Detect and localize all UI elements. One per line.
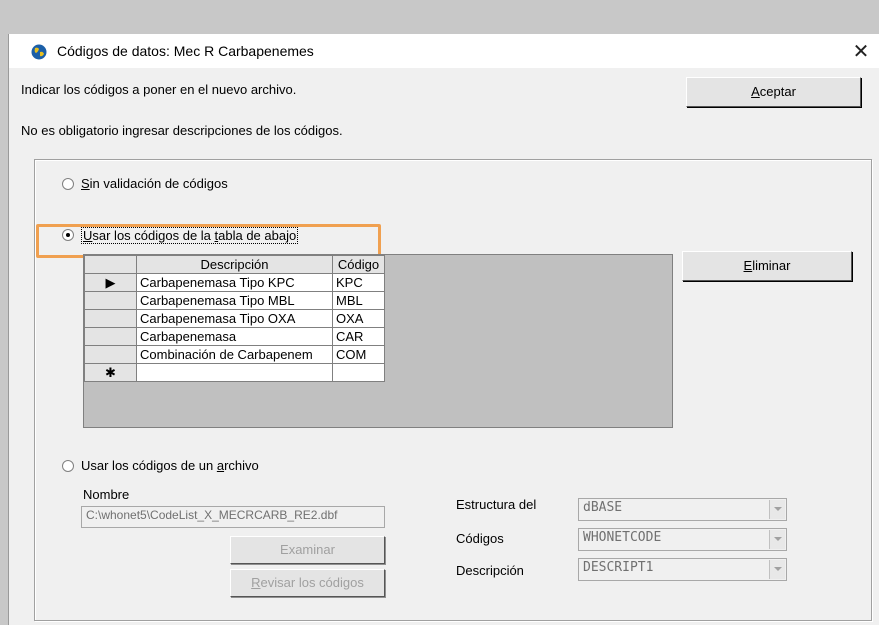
description-cell[interactable]: Combinación de Carbapenem xyxy=(136,345,333,364)
file-name-input[interactable]: C:\whonet5\CodeList_X_MECRCARB_RE2.dbf xyxy=(81,506,385,528)
no-validation-label[interactable]: Sin validación de códigos xyxy=(81,176,228,191)
chevron-down-icon[interactable] xyxy=(769,560,785,579)
chevron-down-icon[interactable] xyxy=(769,500,785,519)
info-text-2: No es obligatorio ingresar descripciones… xyxy=(21,123,343,138)
table-row[interactable]: Carbapenemasa Tipo OXA OXA xyxy=(84,309,385,328)
new-row-indicator[interactable]: ✱ xyxy=(84,363,137,382)
code-cell[interactable]: CAR xyxy=(332,327,385,346)
use-file-label[interactable]: Usar los códigos de un archivo xyxy=(81,458,259,473)
use-file-radio[interactable] xyxy=(62,460,74,472)
codes-table[interactable]: Descripción Código ▶ Carbapenemasa Tipo … xyxy=(83,254,673,428)
codes-select[interactable]: WHONETCODE xyxy=(578,528,787,551)
no-validation-radio[interactable] xyxy=(62,178,74,190)
description-select[interactable]: DESCRIPT1 xyxy=(578,558,787,581)
description-cell[interactable]: Carbapenemasa Tipo MBL xyxy=(136,291,333,310)
info-text-1: Indicar los códigos a poner en el nuevo … xyxy=(21,82,297,97)
code-cell[interactable]: KPC xyxy=(332,273,385,292)
window-title: Códigos de datos: Mec R Carbapenemes xyxy=(57,43,314,59)
new-row[interactable]: ✱ xyxy=(84,363,385,382)
code-cell[interactable]: OXA xyxy=(332,309,385,328)
description-cell[interactable]: Carbapenemasa Tipo KPC xyxy=(136,273,333,292)
description-cell[interactable]: Carbapenemasa xyxy=(136,327,333,346)
code-column-header[interactable]: Código xyxy=(332,255,385,274)
codes-grid[interactable]: Descripción Código ▶ Carbapenemasa Tipo … xyxy=(84,255,385,382)
structure-select[interactable]: dBASE xyxy=(578,498,787,521)
table-row[interactable]: Carbapenemasa Tipo MBL MBL xyxy=(84,291,385,310)
row-selector[interactable] xyxy=(84,291,137,310)
row-selector-header xyxy=(84,255,137,274)
code-cell[interactable] xyxy=(332,363,385,382)
dialog-window: Códigos de datos: Mec R Carbapenemes ✕ I… xyxy=(8,34,879,625)
highlight-annotation xyxy=(36,224,381,258)
chevron-down-icon[interactable] xyxy=(769,530,785,549)
structure-label: Estructura del xyxy=(456,497,537,512)
close-button[interactable]: ✕ xyxy=(847,38,875,64)
row-selector[interactable] xyxy=(84,309,137,328)
file-name-label: Nombre xyxy=(83,487,130,502)
browse-button[interactable]: Examinar xyxy=(230,536,385,564)
description-column-header[interactable]: Descripción xyxy=(136,255,333,274)
description-cell[interactable] xyxy=(136,363,333,382)
review-codes-button[interactable]: Revisar los códigos xyxy=(230,569,385,597)
accept-button[interactable]: Aceptar xyxy=(686,77,861,107)
title-bar: Códigos de datos: Mec R Carbapenemes ✕ xyxy=(9,34,879,68)
table-row[interactable]: Combinación de Carbapenem COM xyxy=(84,345,385,364)
current-row-indicator[interactable]: ▶ xyxy=(84,273,137,292)
description-label: Descripción xyxy=(456,563,524,578)
row-selector[interactable] xyxy=(84,345,137,364)
delete-button[interactable]: Eliminar xyxy=(682,251,852,281)
row-selector[interactable] xyxy=(84,327,137,346)
table-row[interactable]: Carbapenemasa CAR xyxy=(84,327,385,346)
table-row[interactable]: ▶ Carbapenemasa Tipo KPC KPC xyxy=(84,273,385,292)
codes-label: Códigos xyxy=(456,531,504,546)
globe-icon xyxy=(31,44,47,60)
code-cell[interactable]: MBL xyxy=(332,291,385,310)
code-cell[interactable]: COM xyxy=(332,345,385,364)
description-cell[interactable]: Carbapenemasa Tipo OXA xyxy=(136,309,333,328)
